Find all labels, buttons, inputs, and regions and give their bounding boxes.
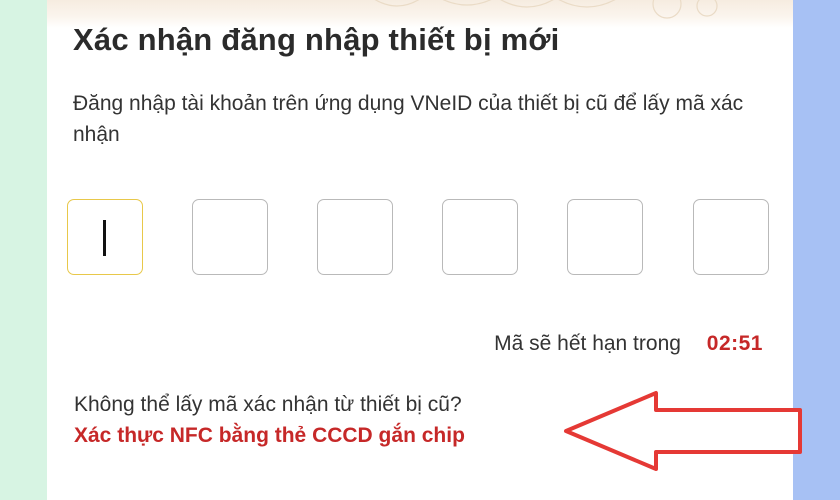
pointing-arrow-icon bbox=[564, 391, 802, 471]
